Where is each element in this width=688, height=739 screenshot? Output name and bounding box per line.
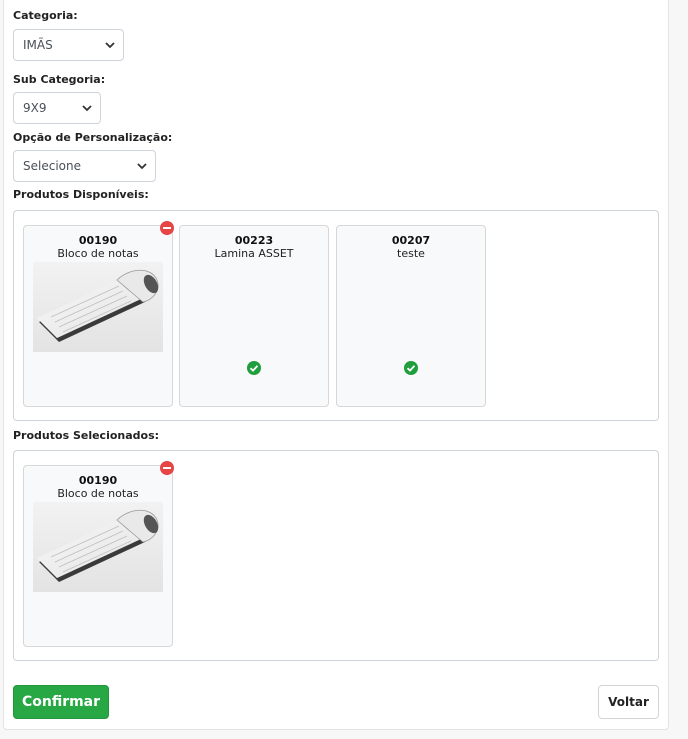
confirm-button[interactable]: Confirmar [13, 685, 109, 719]
personalization-label: Opção de Personalização: [13, 131, 173, 144]
product-name: Lamina ASSET [214, 247, 294, 260]
category-select[interactable]: IMÃS [13, 29, 124, 61]
check-circle-icon[interactable] [403, 360, 419, 376]
subcategory-value: 9X9 [23, 101, 47, 115]
check-circle-icon[interactable] [246, 360, 262, 376]
selected-products-label: Produtos Selecionados: [13, 429, 160, 442]
chevron-down-icon [105, 42, 115, 49]
personalization-select[interactable]: Selecione [13, 150, 156, 182]
product-card[interactable]: 00190 Bloco de notas [23, 461, 174, 647]
available-products-label: Produtos Disponíveis: [13, 188, 149, 201]
product-code: 00190 [78, 234, 118, 247]
personalization-value: Selecione [23, 159, 81, 173]
product-image [33, 502, 163, 592]
remove-circle-icon[interactable] [159, 460, 175, 476]
available-products-box: 00190 Bloco de notas 00223 Lamina ASSET … [13, 210, 659, 421]
back-button[interactable]: Voltar [598, 685, 659, 719]
subcategory-select[interactable]: 9X9 [13, 92, 101, 124]
product-code: 00207 [391, 234, 431, 247]
selected-products-box: 00190 Bloco de notas [13, 450, 659, 661]
chevron-down-icon [82, 105, 92, 112]
remove-circle-icon[interactable] [159, 220, 175, 236]
category-value: IMÃS [23, 38, 53, 52]
product-card[interactable]: 00223 Lamina ASSET [179, 225, 329, 407]
product-name: Bloco de notas [57, 487, 139, 500]
subcategory-label: Sub Categoria: [13, 73, 106, 86]
product-image [33, 262, 163, 352]
product-code: 00223 [234, 234, 274, 247]
product-name: Bloco de notas [57, 247, 139, 260]
product-card[interactable]: 00190 Bloco de notas [23, 221, 174, 407]
chevron-down-icon [137, 163, 147, 170]
product-name: teste [397, 247, 425, 260]
category-label: Categoria: [13, 9, 78, 22]
product-card[interactable]: 00207 teste [336, 225, 486, 407]
product-code: 00190 [78, 474, 118, 487]
